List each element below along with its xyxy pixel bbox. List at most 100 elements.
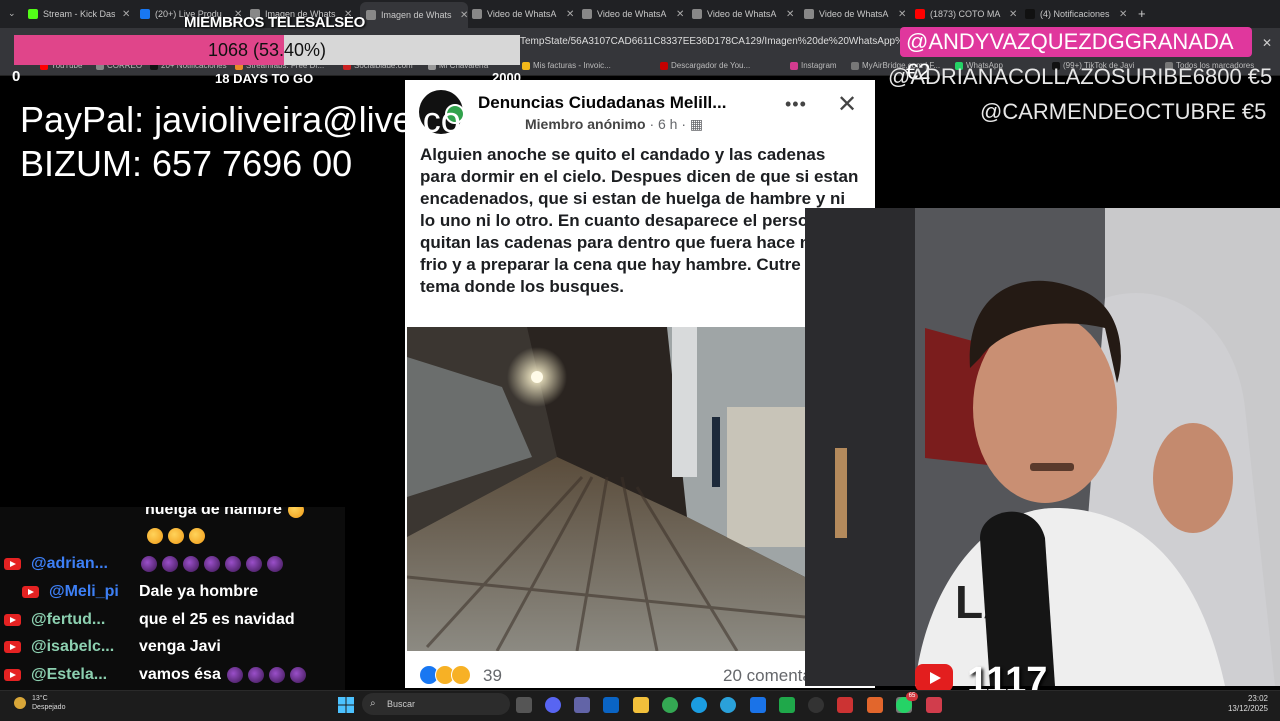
browser-icon[interactable]: [750, 697, 766, 713]
bomb-emoji-icon: [247, 666, 264, 683]
tab-favicon-icon: [140, 9, 150, 19]
bookmark-label: Mis facturas - Invoic...: [533, 61, 611, 70]
youtube-icon: [22, 586, 39, 598]
post-text: Alguien anoche se quito el candado y las…: [420, 145, 859, 296]
chat-username[interactable]: @fertud...: [31, 611, 135, 629]
live-chat: huelga de hambre @adrian... @Meli_pi Dale y…: [0, 507, 345, 690]
discord-icon[interactable]: [545, 697, 561, 713]
bookmark-item[interactable]: Descargador de You...: [660, 61, 750, 70]
tab-close-icon[interactable]: ✕: [1119, 9, 1127, 20]
new-tab-button[interactable]: +: [1138, 6, 1146, 21]
wow-reaction-icon: [451, 665, 471, 685]
chat-message: huelga de hambre: [0, 507, 309, 519]
chat-message: @Meli_pi Dale ya hombre: [0, 583, 258, 601]
members-goal-bar: 1068 (53.40%): [14, 35, 520, 65]
post-time: · 6 h ·: [645, 116, 690, 132]
notification-badge: 65: [906, 692, 918, 701]
tab-label: Stream - Kick Das: [43, 9, 115, 19]
chat-username[interactable]: @Estela...: [31, 666, 135, 684]
browser-tab[interactable]: Imagen de Whats ✕: [360, 2, 469, 28]
bookmark-favicon-icon: [660, 61, 668, 70]
tab-close-icon[interactable]: ✕: [786, 9, 794, 20]
youtube-icon: [4, 641, 21, 653]
chat-text: vamos ésa: [139, 666, 221, 683]
recorder-icon[interactable]: [837, 697, 853, 713]
close-icon[interactable]: ✕: [1262, 36, 1272, 50]
tab-label: Video de WhatsA: [707, 9, 777, 19]
goal-days-label: 18 DAYS TO GO: [215, 71, 314, 86]
chat-message: @fertud... que el 25 es navidad: [0, 611, 295, 629]
telegram-icon[interactable]: [720, 697, 736, 713]
weather-widget[interactable]: 13°C Despejado: [14, 694, 65, 712]
more-options-icon[interactable]: •••: [785, 94, 807, 115]
members-goal-text: 1068 (53.40%): [207, 40, 327, 60]
obs-icon[interactable]: [808, 697, 824, 713]
bookmark-item[interactable]: Instagram: [790, 61, 837, 70]
tab-close-icon[interactable]: ✕: [1009, 9, 1017, 20]
post-author[interactable]: Miembro anónimo: [525, 116, 646, 132]
tab-close-icon[interactable]: ✕: [460, 10, 468, 21]
chrome-icon[interactable]: [662, 697, 678, 713]
teams-icon[interactable]: [574, 697, 590, 713]
tab-close-icon[interactable]: ✕: [566, 9, 574, 20]
post-photo[interactable]: [407, 327, 805, 651]
youtube-icon: [4, 558, 21, 570]
youtube-icon: [4, 614, 21, 626]
browser-tab[interactable]: Stream - Kick Das ✕: [28, 4, 130, 24]
tab-close-icon[interactable]: ✕: [898, 9, 906, 20]
camtasia-icon[interactable]: [779, 697, 795, 713]
tab-list-chevron-icon[interactable]: ⌄: [8, 8, 16, 19]
laugh-emoji-icon: [189, 527, 205, 544]
tab-favicon-icon: [692, 9, 702, 19]
tab-close-icon[interactable]: ✕: [676, 9, 684, 20]
taskbar-clock[interactable]: 23:02 13/12/2025: [1224, 694, 1268, 714]
group-privacy-icon: ▦: [689, 116, 704, 132]
reaction-icons[interactable]: [419, 665, 471, 685]
edge-icon[interactable]: [691, 697, 707, 713]
chat-text: venga Javi: [139, 638, 221, 655]
chat-emojis: [226, 666, 311, 684]
capture-icon[interactable]: [926, 697, 942, 713]
tab-label: (1873) COTO MA: [930, 9, 1001, 19]
browser-tab[interactable]: Video de WhatsA ✕: [692, 4, 794, 24]
bizum-info: BIZUM: 657 7696 00: [20, 143, 353, 184]
bomb-emoji-icon: [141, 555, 157, 572]
browser-tab[interactable]: (1873) COTO MA ✕: [915, 4, 1017, 24]
laugh-emoji-icon: [147, 527, 163, 544]
taskbar-search[interactable]: [362, 693, 510, 715]
bomb-emoji-icon: [289, 666, 306, 683]
webcam-feed: LA: [805, 208, 1280, 686]
chat-message: @adrian...: [0, 555, 288, 573]
post-group-name[interactable]: Denuncias Ciudadanas Melill...: [478, 93, 726, 113]
chat-username[interactable]: @isabelc...: [31, 638, 135, 656]
bomb-emoji-icon: [162, 555, 178, 572]
youtube-icon: [4, 669, 21, 681]
chat-username[interactable]: @Meli_pi: [49, 583, 135, 601]
windows-start-icon[interactable]: [338, 697, 354, 713]
bookmark-favicon-icon: [522, 61, 530, 70]
outlook-icon[interactable]: [603, 697, 619, 713]
reaction-count[interactable]: 39: [483, 666, 502, 686]
clock-time: 23:02: [1247, 694, 1268, 703]
bookmark-favicon-icon: [790, 61, 798, 70]
clock-date: 13/12/2025: [1227, 704, 1268, 713]
bomb-emoji-icon: [226, 666, 243, 683]
task-view-icon[interactable]: [516, 697, 532, 713]
browser-tab[interactable]: Video de WhatsA ✕: [804, 4, 906, 24]
browser-tab[interactable]: (4) Notificaciones ✕: [1025, 4, 1127, 24]
browser-tab[interactable]: Video de WhatsA ✕: [472, 4, 574, 24]
bomb-emoji-icon: [246, 555, 262, 572]
tab-label: Imagen de Whats: [381, 10, 452, 20]
browser-tab[interactable]: Video de WhatsA ✕: [582, 4, 684, 24]
bookmark-item[interactable]: Mis facturas - Invoic...: [522, 61, 611, 70]
weather-desc: Despejado: [32, 704, 66, 711]
app-icon[interactable]: [867, 697, 883, 713]
tab-close-icon[interactable]: ✕: [122, 9, 130, 20]
laugh-emoji-icon: [168, 527, 184, 544]
close-post-button[interactable]: ✕: [837, 90, 857, 119]
chat-username[interactable]: @adrian...: [31, 555, 135, 573]
file-explorer-icon[interactable]: [633, 697, 649, 713]
url-field[interactable]: TempState/56A3107CAD6611C8337EE36D178CA1…: [520, 36, 937, 47]
tab-favicon-icon: [28, 9, 38, 19]
youtube-icon: [915, 664, 953, 692]
